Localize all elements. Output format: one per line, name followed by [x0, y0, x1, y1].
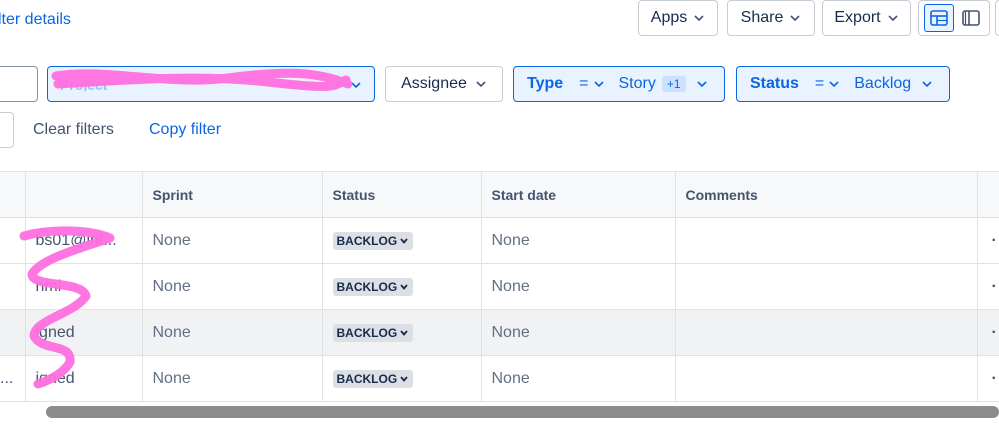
status-operator: =: [814, 75, 825, 92]
status-badge-label: BACKLOG: [336, 371, 398, 386]
start-date-cell: None: [481, 217, 676, 264]
apps-button[interactable]: Apps: [638, 0, 718, 36]
type-filter-key: Type: [527, 75, 564, 92]
start-date-cell: None: [481, 263, 676, 310]
row-actions-button[interactable]: ·: [977, 263, 999, 310]
overflow-button[interactable]: [995, 0, 999, 36]
chevron-down-icon: [693, 12, 705, 24]
row-actions-button[interactable]: ·: [977, 309, 999, 356]
sprint-cell: None: [142, 309, 323, 356]
sprint-cell: None: [142, 355, 323, 402]
start-date-cell: None: [481, 355, 676, 402]
sprint-cell: None: [142, 263, 323, 310]
chevron-down-icon: [921, 78, 933, 90]
status-cell[interactable]: BACKLOG: [322, 217, 482, 264]
comments-cell[interactable]: [675, 309, 978, 356]
column-header-comments[interactable]: Comments: [675, 171, 978, 218]
export-label: Export: [834, 9, 881, 26]
split-view-icon: [962, 10, 980, 26]
share-button[interactable]: Share: [727, 0, 815, 36]
chevron-down-icon: [696, 78, 708, 90]
search-input[interactable]: [0, 66, 38, 102]
status-filter[interactable]: Status = Backlog: [736, 66, 950, 102]
status-badge-label: BACKLOG: [336, 279, 398, 294]
row-actions-button[interactable]: ·: [977, 355, 999, 402]
status-cell[interactable]: BACKLOG: [322, 309, 482, 356]
start-date-cell: None: [481, 309, 676, 356]
chevron-down-icon: [789, 12, 801, 24]
chevron-down-icon[interactable]: [828, 78, 840, 90]
status-filter-value: Backlog: [854, 75, 912, 92]
assignee-filter-label: Assignee: [401, 75, 467, 92]
share-label: Share: [740, 9, 784, 26]
column-header-select: [0, 171, 26, 218]
status-badge[interactable]: BACKLOG: [332, 323, 414, 342]
chevron-down-icon: [887, 12, 899, 24]
status-filter-key: Status: [750, 75, 799, 92]
copy-filter-link[interactable]: Copy filter: [149, 121, 221, 139]
table-row[interactable]: ... igned None BACKLOG None ·: [0, 355, 999, 402]
sprint-cell: None: [142, 217, 323, 264]
assignee-filter[interactable]: Assignee: [385, 66, 503, 102]
more-filters-button[interactable]: [0, 112, 14, 148]
type-filter-value: Story: [618, 75, 656, 92]
column-header-sprint[interactable]: Sprint: [142, 171, 323, 218]
chevron-down-icon: [475, 78, 487, 90]
apps-label: Apps: [650, 9, 688, 26]
export-button[interactable]: Export: [822, 0, 911, 36]
table-header-row: Sprint Status Start date Comments: [0, 171, 999, 218]
status-cell[interactable]: BACKLOG: [322, 355, 482, 402]
status-badge[interactable]: BACKLOG: [332, 231, 414, 250]
detail-view-button[interactable]: [956, 4, 986, 32]
type-operator: =: [579, 75, 589, 92]
column-header-assignee[interactable]: [25, 171, 143, 218]
table-row[interactable]: nmi None BACKLOG None ·: [0, 263, 999, 310]
status-badge[interactable]: BACKLOG: [332, 369, 414, 388]
row-actions-button[interactable]: ·: [977, 217, 999, 264]
chevron-down-icon: [400, 329, 408, 336]
chevron-down-icon: [400, 237, 408, 244]
redaction-scribble: [51, 68, 353, 91]
table-row[interactable]: bs01@inf... None BACKLOG None ·: [0, 217, 999, 264]
status-badge[interactable]: BACKLOG: [332, 277, 414, 296]
issues-table: Sprint Status Start date Comments bs01@i…: [0, 171, 999, 402]
status-badge-label: BACKLOG: [336, 233, 398, 248]
table-row[interactable]: igned None BACKLOG None ·: [0, 309, 999, 356]
type-extra-badge: +1: [661, 76, 686, 92]
chevron-down-icon: [400, 375, 408, 382]
view-switcher: [918, 0, 990, 36]
table-view-icon: [930, 10, 948, 26]
chevron-down-icon[interactable]: [593, 78, 605, 90]
column-header-start-date[interactable]: Start date: [481, 171, 676, 218]
status-cell[interactable]: BACKLOG: [322, 263, 482, 310]
chevron-down-icon: [400, 283, 408, 290]
horizontal-scrollbar[interactable]: [46, 406, 999, 418]
clear-filters-button[interactable]: Clear filters: [33, 121, 114, 139]
type-filter[interactable]: Type = Story +1: [513, 66, 725, 102]
comments-cell[interactable]: [675, 355, 978, 402]
redaction-scribble: [19, 226, 115, 389]
column-header-status[interactable]: Status: [322, 171, 482, 218]
status-badge-label: BACKLOG: [336, 325, 398, 340]
comments-cell[interactable]: [675, 217, 978, 264]
filter-details-link[interactable]: lter details: [0, 11, 71, 29]
column-header-more[interactable]: [977, 171, 999, 218]
list-view-button[interactable]: [924, 4, 954, 32]
comments-cell[interactable]: [675, 263, 978, 310]
